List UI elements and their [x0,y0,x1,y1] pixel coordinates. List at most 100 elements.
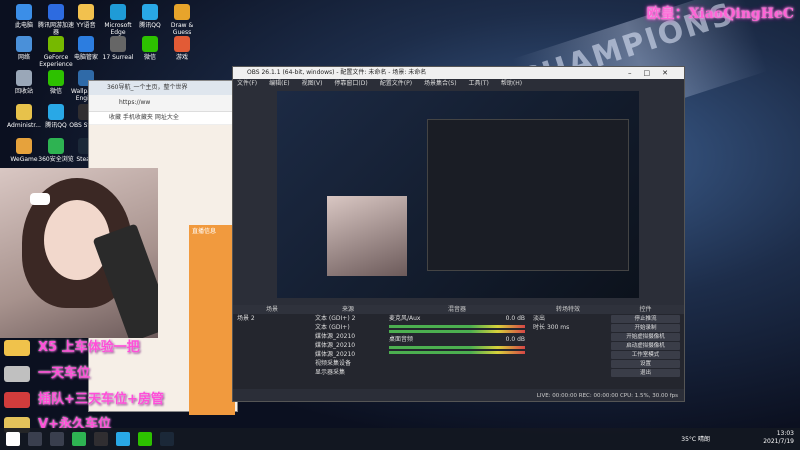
car-icon [4,339,30,356]
scene-item[interactable]: 场景 2 [233,314,311,323]
steam-taskbar-icon[interactable] [160,432,174,446]
transition-select[interactable]: 淡出 [529,314,607,323]
promo-text: 一天车位 [38,366,91,381]
mixer-meter [389,330,525,333]
app-icon [78,36,94,52]
live-info-panel [189,225,235,415]
browser-taskbar-icon[interactable] [72,432,86,446]
qq-taskbar-icon[interactable] [116,432,130,446]
browser-tab[interactable]: 360导航_一个主页，整个世界 [89,81,237,95]
mixer-dock: 混音器 麦克风/Aux 0.0 dB 桌面音频 0.0 dB [385,305,530,389]
controls-dock: 控件 停止推流 开始录制 开始虚拟摄像机 启动虚拟摄像机 工作室模式 设置 退出 [607,305,684,389]
car-icon [4,391,30,408]
promo-item: 一天车位 [4,362,194,384]
window-controls[interactable]: –□✕ [628,67,680,79]
search-icon[interactable] [28,432,42,446]
app-icon [16,36,32,52]
app-icon [174,4,190,20]
source-item[interactable]: 媒体源_20210 [311,341,385,350]
watermark-text: 欧皇：XiaoQingHeC [646,6,794,22]
weather-widget[interactable]: 35°C 晴朗 [681,434,710,443]
address-bar[interactable]: https://ww [89,95,237,112]
nested-obs-preview [427,119,629,271]
nested-webcam [327,196,407,276]
obs-statusbar: LIVE: 00:00:00 REC: 00:00:00 CPU: 1.5%, … [233,391,684,401]
taskbar: 35°C 晴朗 13:03 2021/7/19 [0,428,800,450]
mixer-meter [389,346,525,349]
sources-dock: 来源 文本 (GDI+) 2 文本 (GDI+) 媒体源_20210 媒体源_2021… [311,305,386,389]
scenes-dock: 场景 场景 2 [233,305,312,389]
car-icon [4,365,30,382]
clock-time: 13:03 [776,430,794,437]
menu-item[interactable]: 工具(T) [469,80,489,87]
wechat-taskbar-icon[interactable] [138,432,152,446]
app-icon [48,36,64,52]
promo-text: X5 上车体验一把 [38,340,140,355]
control-button[interactable]: 启动虚拟摄像机 [611,342,680,350]
duration-input[interactable]: 300 ms [547,324,569,331]
control-button[interactable]: 停止推流 [611,315,680,323]
control-button[interactable]: 开始虚拟摄像机 [611,333,680,341]
app-icon [16,70,32,86]
obs-menubar: 文件(F) 编辑(E) 视图(V) 停靠窗口(D) 配置文件(P) 场景集合(S) 工具(T… [233,79,684,89]
source-item[interactable]: 视频采集设备 [311,359,385,368]
start-icon[interactable] [6,432,20,446]
obs-window[interactable]: OBS 26.1.1 (64-bit, windows) - 配置文件: 未命名… [232,66,685,402]
clock-date: 2021/7/19 [763,438,794,445]
control-button[interactable]: 开始录制 [611,324,680,332]
app-icon [142,36,158,52]
app-icon [174,36,190,52]
obs-preview [277,91,639,298]
app-icon [48,70,64,86]
control-button[interactable]: 退出 [611,369,680,377]
app-icon [16,4,32,20]
app-icon [48,138,64,154]
promo-item: X5 上车体验一把 [4,336,194,358]
obs-docks: 场景 场景 2 来源 文本 (GDI+) 2 文本 (GDI+) 媒体源_20210… [233,305,684,389]
mixer-header: 混音器 [385,305,529,314]
task-view-icon[interactable] [50,432,64,446]
control-button[interactable]: 工作室模式 [611,351,680,359]
mixer-meter [389,325,525,328]
source-item[interactable]: 显示器采集 [311,368,385,377]
source-item[interactable]: 文本 (GDI+) 2 [311,314,385,323]
menu-item[interactable]: 视图(V) [302,80,323,87]
menu-item[interactable]: 停靠窗口(D) [334,80,367,87]
clock[interactable]: 13:03 2021/7/19 [763,430,794,446]
app-icon [48,4,64,20]
live-info-title: 直播信息 [192,228,217,235]
app-icon [78,4,94,20]
desktop-icon-label: 游戏 [175,54,188,61]
obs-taskbar-icon[interactable] [94,432,108,446]
source-item[interactable]: 文本 (GDI+) [311,323,385,332]
transitions-header: 转场特效 [529,305,607,314]
menu-item[interactable]: 配置文件(P) [380,80,412,87]
app-icon [110,4,126,20]
menu-item[interactable]: 帮助(H) [501,80,522,87]
promo-text: 插队+三天车位+房管 [38,392,164,407]
transitions-dock: 转场特效 淡出 时长 300 ms [529,305,608,389]
app-icon [16,104,32,120]
obs-titlebar: OBS 26.1.1 (64-bit, windows) - 配置文件: 未命名… [233,67,684,79]
app-icon [110,36,126,52]
source-item[interactable]: 媒体源_20210 [311,350,385,359]
bookmark-bar[interactable]: 收藏 手机收藏夹 网址大全 [89,112,237,125]
promo-item: 插队+三天车位+房管 [4,388,194,410]
app-icon [48,104,64,120]
controls-header: 控件 [607,305,684,314]
scenes-header: 场景 [233,305,311,314]
duration-label: 时长 300 ms [533,324,570,331]
mixer-meter [389,351,525,354]
menu-item[interactable]: 编辑(E) [269,80,289,87]
obs-title: OBS 26.1.1 (64-bit, windows) - 配置文件: 未命名… [247,69,427,76]
desktop-icon[interactable]: 游戏 [162,36,202,61]
desktop-icon-label: Draw & Guess [170,22,194,36]
source-item[interactable]: 媒体源_20210 [311,332,385,341]
sources-header: 来源 [311,305,385,314]
control-button[interactable]: 设置 [611,360,680,368]
menu-item[interactable]: 文件(F) [237,80,257,87]
hair-bow [30,193,50,205]
desktop-icon[interactable]: Draw & Guess [162,4,202,36]
menu-item[interactable]: 场景集合(S) [424,80,457,87]
app-icon [142,4,158,20]
